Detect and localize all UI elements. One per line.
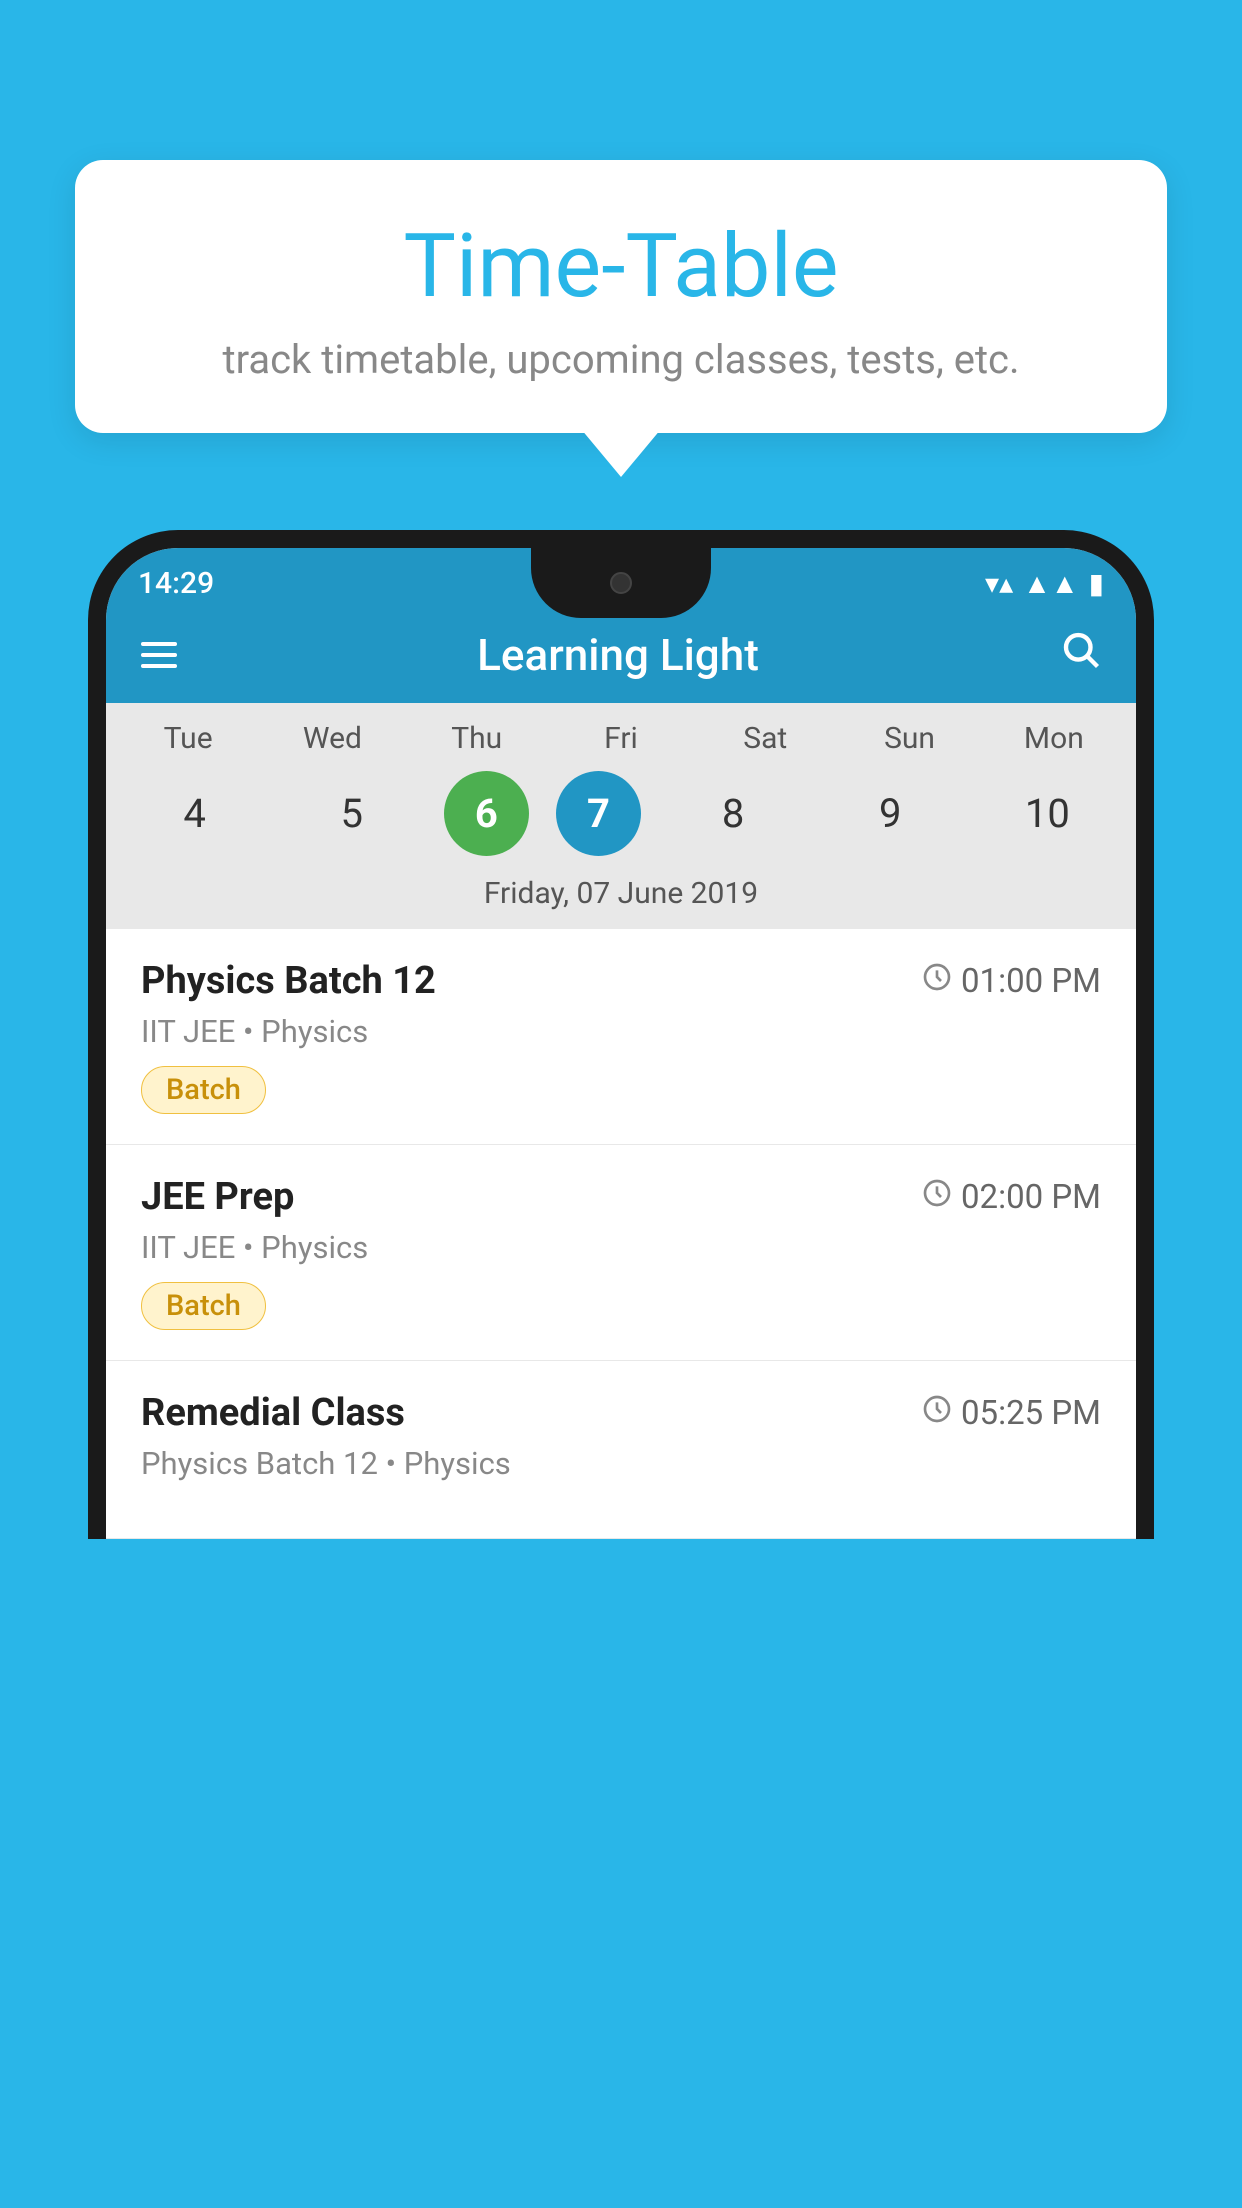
time-text-2: 02:00 PM (961, 1178, 1101, 1217)
day-header-thu[interactable]: Thu (412, 721, 542, 756)
day-headers: Tue Wed Thu Fri Sat Sun Mon (106, 721, 1136, 766)
app-title: Learning Light (477, 629, 759, 681)
bubble-subtitle: track timetable, upcoming classes, tests… (135, 336, 1107, 383)
date-9[interactable]: 9 (825, 771, 955, 856)
phone-outer: 14:29 ▾▴ ▲▲ ▮ Learning Light (88, 530, 1154, 1539)
batch-badge-1: Batch (141, 1066, 266, 1114)
speech-bubble: Time-Table track timetable, upcoming cla… (75, 160, 1167, 433)
status-time: 14:29 (138, 566, 214, 601)
wifi-icon: ▾▴ (985, 567, 1013, 600)
signal-icon: ▲▲ (1023, 567, 1078, 600)
class-time-1: 01:00 PM (921, 961, 1101, 1001)
time-text-3: 05:25 PM (961, 1394, 1101, 1433)
day-numbers: 4 5 6 7 8 9 10 (106, 766, 1136, 866)
day-header-mon[interactable]: Mon (989, 721, 1119, 756)
class-name-2: JEE Prep (141, 1175, 294, 1219)
date-10[interactable]: 10 (982, 771, 1112, 856)
class-time-3: 05:25 PM (921, 1393, 1101, 1433)
day-header-sun[interactable]: Sun (845, 721, 975, 756)
phone-screen: Learning Light Tue Wed Thu Fri Sat Sun (106, 548, 1136, 1539)
date-7-selected[interactable]: 7 (556, 771, 641, 856)
date-5[interactable]: 5 (287, 771, 417, 856)
clock-icon-3 (921, 1393, 953, 1433)
bubble-title: Time-Table (135, 215, 1107, 318)
date-4[interactable]: 4 (130, 771, 260, 856)
class-meta-2: IIT JEE • Physics (141, 1229, 1101, 1266)
class-name-1: Physics Batch 12 (141, 959, 436, 1003)
classes-list: Physics Batch 12 01:00 PM IIT JEE • P (106, 929, 1136, 1539)
battery-icon: ▮ (1089, 567, 1104, 600)
date-8[interactable]: 8 (668, 771, 798, 856)
class-meta-3: Physics Batch 12 • Physics (141, 1445, 1101, 1482)
class-time-2: 02:00 PM (921, 1177, 1101, 1217)
time-text-1: 01:00 PM (961, 962, 1101, 1001)
selected-date-label: Friday, 07 June 2019 (106, 866, 1136, 929)
hamburger-menu-icon[interactable] (141, 642, 177, 668)
class-header-3: Remedial Class 05:25 PM (141, 1391, 1101, 1435)
day-header-wed[interactable]: Wed (267, 721, 397, 756)
class-item-3[interactable]: Remedial Class 05:25 PM Physics Batch (106, 1361, 1136, 1539)
status-icons: ▾▴ ▲▲ ▮ (985, 567, 1104, 600)
day-header-fri[interactable]: Fri (556, 721, 686, 756)
class-item-1[interactable]: Physics Batch 12 01:00 PM IIT JEE • P (106, 929, 1136, 1145)
clock-icon-1 (921, 961, 953, 1001)
day-header-sat[interactable]: Sat (700, 721, 830, 756)
batch-badge-2: Batch (141, 1282, 266, 1330)
calendar-section: Tue Wed Thu Fri Sat Sun Mon 4 5 6 7 8 9 … (106, 703, 1136, 929)
phone-wrapper: 14:29 ▾▴ ▲▲ ▮ Learning Light (88, 530, 1154, 2208)
phone-notch (531, 548, 711, 618)
class-meta-1: IIT JEE • Physics (141, 1013, 1101, 1050)
search-icon[interactable] (1059, 628, 1101, 681)
camera-dot (610, 572, 632, 594)
day-header-tue[interactable]: Tue (123, 721, 253, 756)
class-header-1: Physics Batch 12 01:00 PM (141, 959, 1101, 1003)
class-item-2[interactable]: JEE Prep 02:00 PM IIT JEE • Physics (106, 1145, 1136, 1361)
class-name-3: Remedial Class (141, 1391, 405, 1435)
class-header-2: JEE Prep 02:00 PM (141, 1175, 1101, 1219)
date-6-today[interactable]: 6 (444, 771, 529, 856)
clock-icon-2 (921, 1177, 953, 1217)
